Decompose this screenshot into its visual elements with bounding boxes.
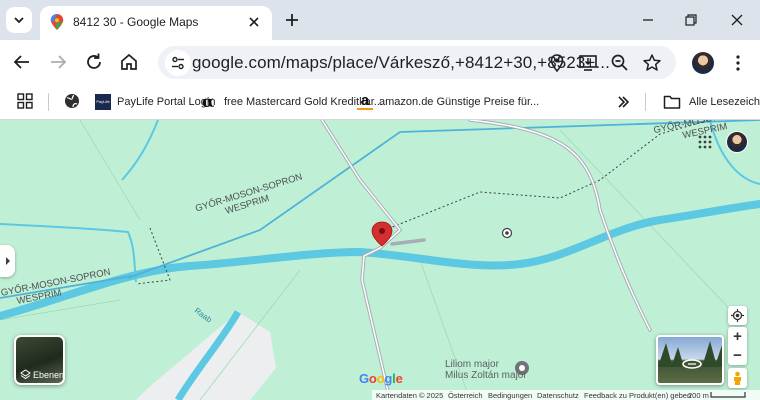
back-arrow-icon[interactable] (11, 51, 33, 73)
bookmarks-separator (48, 93, 49, 111)
alpha-favicon: α (202, 92, 215, 111)
bookmark-mastercard[interactable]: α free Mastercard Gold Kreditkar... (202, 92, 383, 112)
attribution-bar: Kartendaten © 2025 Österreich Bedingunge… (372, 390, 760, 400)
account-avatar[interactable] (726, 131, 748, 153)
roads (320, 120, 652, 400)
feedback-link[interactable]: Feedback zu Produkt(en) geben (584, 391, 691, 400)
map-canvas[interactable]: GYŐR-MOSON- WESPRIM GYŐR-MOSON-SOPRON WE… (0, 120, 760, 400)
privacy-link[interactable]: Datenschutz (537, 391, 579, 400)
folder-icon (663, 95, 681, 109)
tab-title: 8412 30 - Google Maps (73, 15, 199, 29)
scale-bar (710, 392, 746, 398)
chevron-down-icon (14, 17, 24, 24)
field-lines (0, 120, 741, 400)
amazon-favicon: a (357, 93, 373, 110)
location-pin-icon[interactable] (546, 52, 568, 74)
crosshair-icon (731, 309, 744, 322)
layers-button[interactable]: Ebenen (14, 335, 65, 385)
my-location-button[interactable] (728, 306, 747, 325)
close-tab-icon[interactable] (246, 14, 262, 30)
forward-arrow-icon[interactable] (47, 51, 69, 73)
scale-label[interactable]: 200 m (688, 391, 709, 400)
bookmark-star-icon[interactable] (641, 52, 663, 74)
layers-label: Ebenen (33, 370, 65, 380)
home-icon[interactable] (118, 51, 140, 73)
more-bookmarks-icon[interactable] (616, 95, 630, 109)
google-apps-icon[interactable] (698, 135, 712, 149)
tab-strip: 8412 30 - Google Maps (0, 0, 760, 40)
street-view-preview (658, 341, 722, 369)
side-panel-toggle[interactable] (0, 245, 15, 277)
google-logo: Google (359, 371, 403, 386)
zoom-in-button[interactable]: + (728, 327, 747, 346)
tune-icon (172, 56, 184, 70)
address-bar[interactable]: google.com/maps/place/Várkesző,+8412+30,… (158, 46, 676, 79)
tab-search-button[interactable] (6, 7, 32, 33)
all-bookmarks[interactable]: Alle Lesezeichen (663, 92, 760, 112)
profile-avatar[interactable] (692, 52, 714, 74)
street-view-pegman[interactable] (728, 368, 747, 388)
close-window-icon[interactable] (727, 10, 747, 30)
map-data-credit: Kartendaten © 2025 (376, 391, 444, 400)
globe-icon[interactable] (64, 93, 80, 109)
layers-icon (20, 369, 31, 380)
browser-toolbar: google.com/maps/place/Várkesző,+8412+30,… (0, 40, 760, 85)
new-tab-icon[interactable] (281, 9, 303, 31)
bookmark-paylife[interactable]: PayLife PayLife Portal Login (95, 92, 215, 112)
install-app-icon[interactable] (577, 52, 599, 74)
more-menu-icon[interactable] (728, 52, 748, 74)
poi-marker-icon[interactable] (501, 227, 513, 239)
bookmarks-separator (645, 93, 646, 111)
zoom-out-button[interactable]: − (728, 346, 747, 365)
all-bookmarks-label: Alle Lesezeichen (689, 96, 760, 108)
river-main (0, 200, 760, 320)
zoom-controls: + − (728, 327, 747, 365)
poi-label[interactable]: Liliom major Milus Zoltán major (445, 359, 527, 381)
map-base-layer (0, 120, 760, 400)
bookmarks-bar: PayLife PayLife Portal Login α free Mast… (0, 85, 760, 120)
paylife-favicon: PayLife (95, 94, 111, 110)
site-info-button[interactable] (165, 50, 191, 76)
roads-inner (321, 120, 651, 400)
bookmark-label: amazon.de Günstige Preise für... (379, 96, 540, 108)
restore-icon[interactable] (681, 10, 701, 30)
country-link[interactable]: Österreich (448, 391, 483, 400)
zoom-out-icon[interactable] (609, 52, 631, 74)
bookmark-amazon[interactable]: a amazon.de Günstige Preise für... (357, 92, 539, 112)
active-tab[interactable]: 8412 30 - Google Maps (40, 6, 272, 40)
reload-icon[interactable] (83, 51, 105, 73)
terms-link[interactable]: Bedingungen (488, 391, 532, 400)
pegman-icon (734, 371, 741, 385)
location-marker-icon[interactable] (371, 221, 393, 247)
apps-grid-icon[interactable] (17, 93, 33, 109)
bookmark-label: PayLife Portal Login (117, 96, 216, 108)
chevron-right-icon (5, 257, 10, 265)
street-view-thumbnail[interactable] (656, 335, 724, 385)
minimize-icon[interactable] (638, 10, 658, 30)
google-maps-icon (50, 14, 64, 30)
